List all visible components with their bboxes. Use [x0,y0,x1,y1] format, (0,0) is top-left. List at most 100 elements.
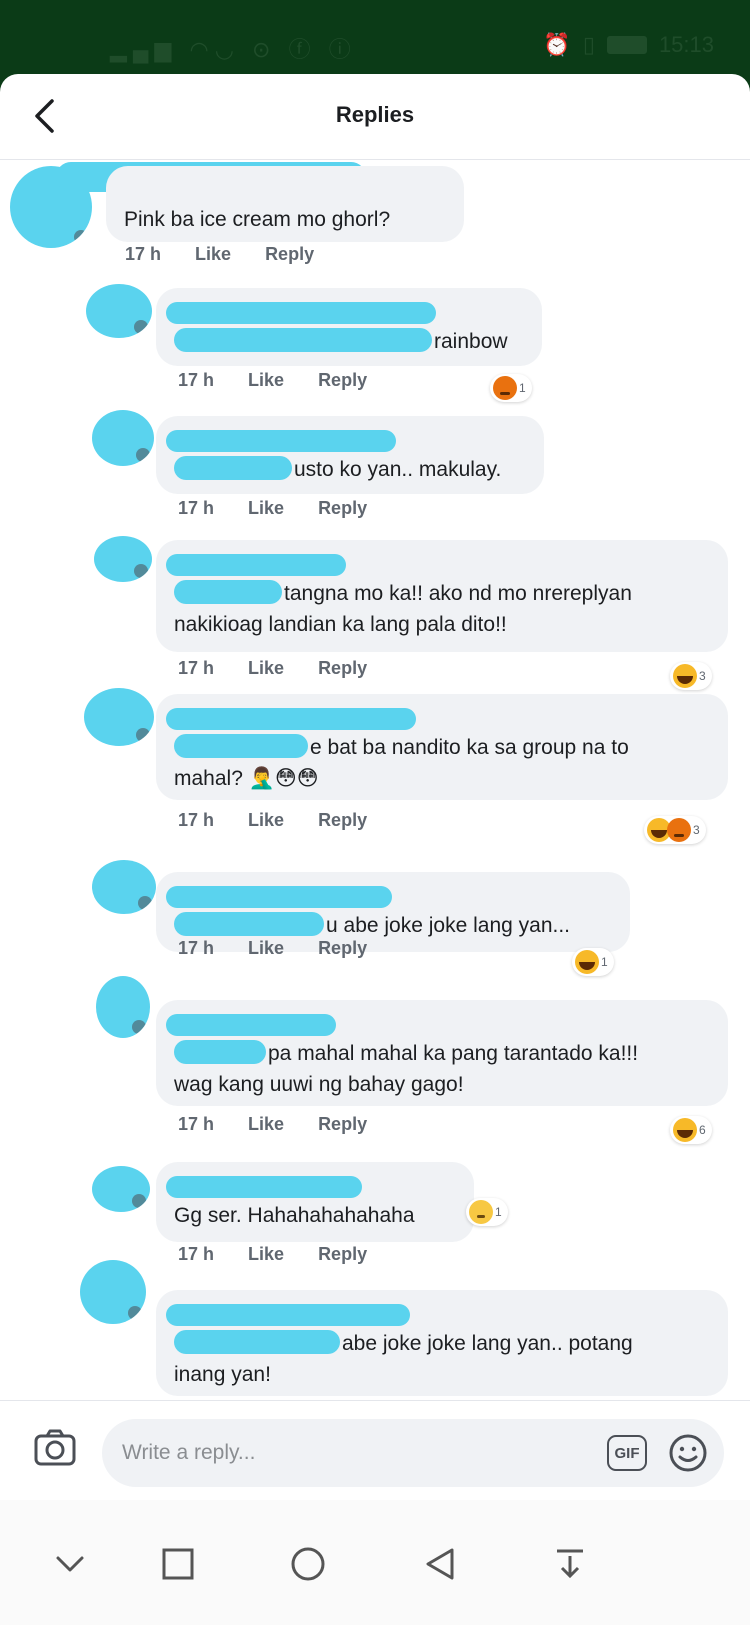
square-icon [162,1548,194,1580]
like-button[interactable]: Like [248,810,284,831]
haha-reaction-icon [575,950,599,974]
comment-author[interactable] [166,428,526,454]
comment-text: usto ko yan.. makulay. [174,454,526,485]
reaction-count: 3 [699,669,706,683]
comment-author[interactable] [124,178,446,204]
comment-time: 17 h [178,658,215,678]
comment-bubble[interactable]: rainbow [156,288,542,366]
comment-bubble[interactable]: Pink ba ice cream mo ghorl? [106,166,464,242]
comment-time: 17 h [178,370,215,390]
back-nav-button[interactable] [418,1542,462,1586]
comment-author[interactable] [166,552,710,578]
like-button[interactable]: Like [248,658,284,679]
comment-actions: 17 h Like Reply [178,1114,367,1135]
reply-button[interactable]: Reply [318,658,367,679]
avatar[interactable] [86,284,152,338]
like-button[interactable]: Like [248,498,284,519]
signal-wifi-icons: ▂▄▆ ◠◡ ⊙ ⓕ ⓘ [110,37,357,62]
haha-reaction-icon [673,664,697,688]
triangle-back-icon [426,1548,454,1580]
comment-author[interactable] [166,1302,710,1328]
download-icon [557,1549,583,1579]
comment-actions: 17 h Like Reply [178,938,367,959]
camera-button[interactable] [32,1425,78,1471]
comment-author[interactable] [166,884,612,910]
avatar[interactable] [80,1260,146,1324]
comment-bubble[interactable]: e bat ba nandito ka sa group na to mahal… [156,694,728,800]
comment-bubble[interactable]: usto ko yan.. makulay. [156,416,544,494]
comment-actions: 17 h Like Reply [178,370,367,391]
avatar[interactable] [84,688,154,746]
comment-bubble[interactable]: pa mahal mahal ka pang tarantado ka!!! w… [156,1000,728,1106]
reaction-count: 1 [601,955,608,969]
reaction-summary[interactable]: 3 [670,662,712,690]
avatar[interactable] [92,860,156,914]
like-button[interactable]: Like [248,370,284,391]
home-button[interactable] [286,1542,330,1586]
reply-composer: GIF [0,1400,750,1500]
comment-text: tangna mo ka!! ako nd mo nrereplyan naki… [174,580,632,636]
reaction-summary[interactable]: 6 [670,1116,712,1144]
reaction-summary[interactable]: 1 [466,1198,508,1226]
angry-reaction-icon [667,818,691,842]
battery-icon [606,36,647,54]
notification-pull-button[interactable] [548,1542,592,1586]
comment-actions: 17 h Like Reply [178,810,367,831]
comment-time: 17 h [178,810,215,830]
comment-text: Pink ba ice cream mo ghorl? [124,208,391,231]
comment-actions: 17 h Like Reply [125,244,314,265]
comment-text: pa mahal mahal ka pang tarantado ka!!! w… [174,1040,639,1096]
comment-bubble[interactable]: tangna mo ka!! ako nd mo nrereplyan naki… [156,540,728,652]
recents-button[interactable] [156,1542,200,1586]
reaction-summary[interactable]: 1 [490,374,532,402]
status-bar: ▂▄▆ ◠◡ ⊙ ⓕ ⓘ ⏰ ▯ 15:13 [0,0,750,78]
reaction-count: 1 [519,381,526,395]
reply-button[interactable]: Reply [318,498,367,519]
reaction-summary[interactable]: 1 [572,948,614,976]
comment-text: u abe joke joke lang yan... [174,910,612,941]
gif-button[interactable]: GIF [607,1435,647,1471]
like-button[interactable]: Like [195,244,231,265]
comment-time: 17 h [178,1114,215,1134]
reaction-summary[interactable]: 3 [644,816,706,844]
like-button[interactable]: Like [248,1244,284,1265]
page-title: Replies [335,102,415,127]
comment-text: Gg ser. Hahahahahahaha [174,1204,415,1227]
reply-button[interactable]: Reply [318,938,367,959]
like-button[interactable]: Like [248,1114,284,1135]
reply-button[interactable]: Reply [318,1244,367,1265]
comment-bubble[interactable]: Gg ser. Hahahahahahaha [156,1162,474,1242]
angry-reaction-icon [493,376,517,400]
comment-time: 17 h [125,244,162,264]
avatar[interactable] [92,410,154,466]
circle-icon [291,1547,325,1581]
replies-sheet: Replies Pink ba ice cream mo ghorl? 17 h… [0,74,750,1625]
reaction-count: 6 [699,1123,706,1137]
comment-author[interactable] [166,706,710,732]
status-right: ⏰ ▯ 15:13 [543,32,714,58]
vibrate-icon: ▯ [582,32,595,57]
avatar[interactable] [92,1166,150,1212]
comment-text: e bat ba nandito ka sa group na to mahal… [174,734,629,790]
alarm-icon: ⏰ [543,32,571,57]
camera-icon [34,1429,76,1466]
like-button[interactable]: Like [248,938,284,959]
reply-button[interactable]: Reply [318,810,367,831]
reply-button[interactable]: Reply [318,1114,367,1135]
avatar[interactable] [96,976,150,1038]
comment-author[interactable] [166,1012,710,1038]
hide-keyboard-button[interactable] [48,1542,92,1586]
emoji-button[interactable] [668,1433,708,1473]
comment-time: 17 h [178,938,215,958]
haha-reaction-icon [673,1118,697,1142]
reply-button[interactable]: Reply [318,370,367,391]
comment-actions: 17 h Like Reply [178,1244,367,1265]
comment-author[interactable] [166,300,524,326]
comment-text: rainbow [174,326,524,357]
system-nav-bar [0,1500,750,1625]
sad-reaction-icon [469,1200,493,1224]
avatar[interactable] [94,536,152,582]
comment-bubble[interactable]: abe joke joke lang yan.. potang inang ya… [156,1290,728,1396]
comment-author[interactable] [166,1174,456,1200]
reply-button[interactable]: Reply [265,244,314,265]
